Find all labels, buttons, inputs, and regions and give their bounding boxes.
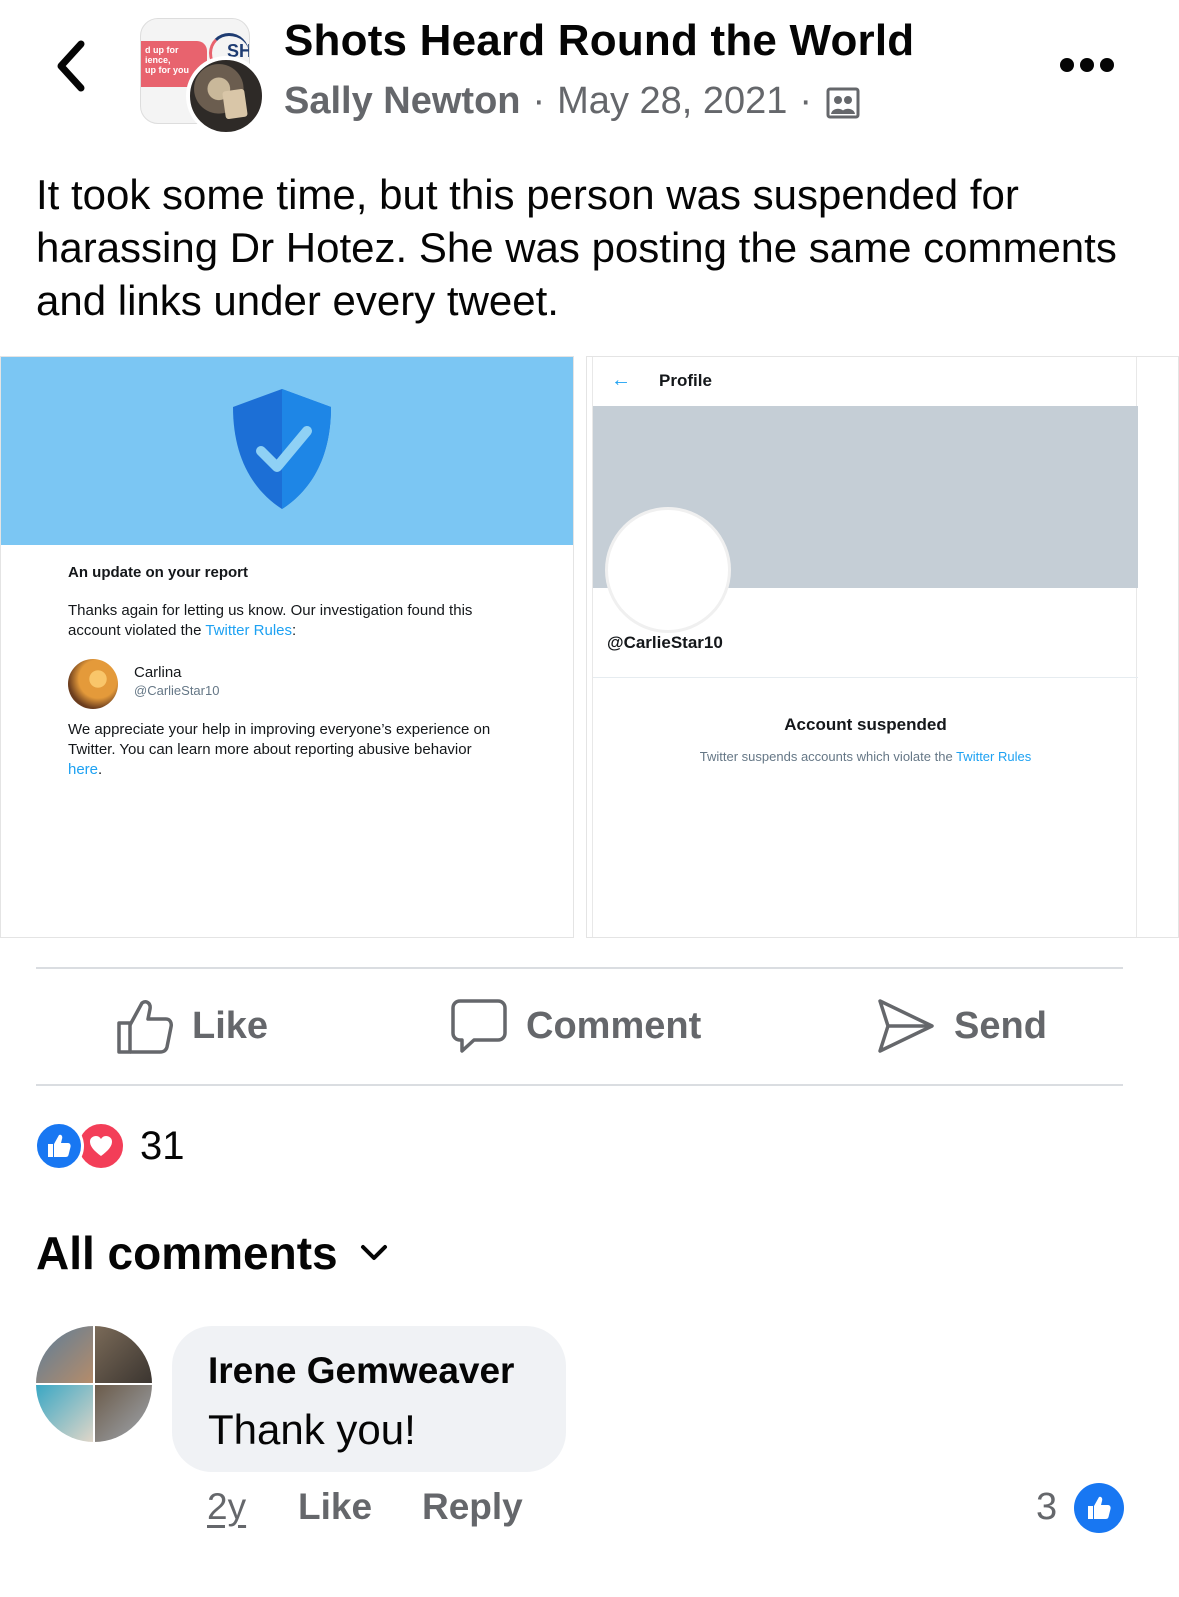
comment-timestamp[interactable]: 2y	[207, 1486, 246, 1528]
arrow-left-icon: ←	[611, 369, 631, 391]
commenter-avatar[interactable]	[36, 1326, 152, 1442]
profile-top-bar: ← Profile	[593, 357, 1138, 405]
chevron-left-icon	[57, 40, 85, 92]
comment-like-button[interactable]: Like	[298, 1486, 372, 1528]
report-body: Thanks again for letting us know. Our in…	[68, 602, 473, 639]
reported-user-avatar	[68, 659, 118, 709]
reported-user: Carlina @CarlieStar10	[68, 659, 468, 711]
reporting-help-link[interactable]: here	[68, 761, 98, 778]
back-button[interactable]	[48, 38, 92, 94]
like-button[interactable]: Like	[116, 995, 268, 1057]
comments-filter-label: All comments	[36, 1227, 338, 1279]
send-button[interactable]: Send	[876, 995, 1047, 1057]
divider	[36, 1084, 1123, 1086]
comment-like-count: 3	[1036, 1486, 1058, 1528]
send-icon	[878, 999, 934, 1053]
comment-reply-button[interactable]: Reply	[422, 1486, 523, 1528]
suspended-title: Account suspended	[784, 715, 947, 734]
author-name[interactable]: Sally Newton	[284, 80, 521, 123]
twitter-rules-link: Twitter Rules	[956, 749, 1032, 764]
divider	[36, 967, 1123, 969]
group-name[interactable]: Shots Heard Round the World	[284, 16, 914, 66]
send-label: Send	[954, 1004, 1047, 1047]
meta-separator: ·	[799, 80, 813, 122]
suspended-message: Twitter suspends accounts which violate …	[699, 749, 1032, 764]
post-image-suspended-profile[interactable]: ← Profile @CarlieStar10 Account suspende…	[586, 356, 1179, 938]
profile-title: Profile	[659, 371, 712, 390]
post-text: It took some time, but this person was s…	[36, 171, 1117, 324]
like-reaction-icon[interactable]	[1074, 1483, 1124, 1533]
post-header: d up for ience, up for you SH Shots Hear…	[0, 0, 1179, 150]
like-reaction-icon	[34, 1121, 84, 1171]
commenter-name[interactable]: Irene Gemweaver	[208, 1350, 514, 1392]
post-meta: Sally Newton · May 28, 2021 ·	[284, 80, 860, 123]
comment-label: Comment	[526, 1004, 702, 1047]
post-image-report-update[interactable]: An update on your report Thanks again fo…	[0, 356, 574, 938]
reaction-count: 31	[140, 1123, 185, 1168]
reactions-summary[interactable]: 31	[34, 1120, 185, 1172]
profile-handle: @CarlieStar10	[607, 633, 723, 652]
reported-user-handle: @CarlieStar10	[134, 683, 220, 698]
post-date[interactable]: May 28, 2021	[557, 80, 787, 123]
comment-button[interactable]: Comment	[450, 995, 701, 1057]
like-label: Like	[192, 1004, 269, 1047]
author-avatar[interactable]	[186, 56, 266, 136]
profile-picture	[605, 507, 731, 633]
twitter-rules-link[interactable]: Twitter Rules	[205, 622, 292, 639]
report-footer: We appreciate your help in improving eve…	[68, 721, 491, 778]
divider	[593, 677, 1138, 678]
shield-check-icon	[233, 389, 331, 509]
dot-icon	[1100, 58, 1114, 72]
comments-filter-dropdown[interactable]: All comments	[36, 1226, 388, 1280]
comment-text: Thank you!	[208, 1406, 416, 1453]
meta-separator: ·	[532, 80, 546, 122]
reported-user-name: Carlina	[134, 664, 182, 681]
report-title: An update on your report	[68, 564, 248, 581]
comment-bubble-icon	[451, 999, 507, 1053]
group-members-icon	[826, 87, 860, 118]
chevron-down-icon	[360, 1245, 387, 1260]
more-options-button[interactable]	[1060, 50, 1116, 80]
thumbs-up-icon	[117, 1000, 173, 1054]
dot-icon	[1080, 58, 1094, 72]
comment-bubble[interactable]: Irene Gemweaver Thank you!	[172, 1326, 566, 1472]
dot-icon	[1060, 58, 1074, 72]
